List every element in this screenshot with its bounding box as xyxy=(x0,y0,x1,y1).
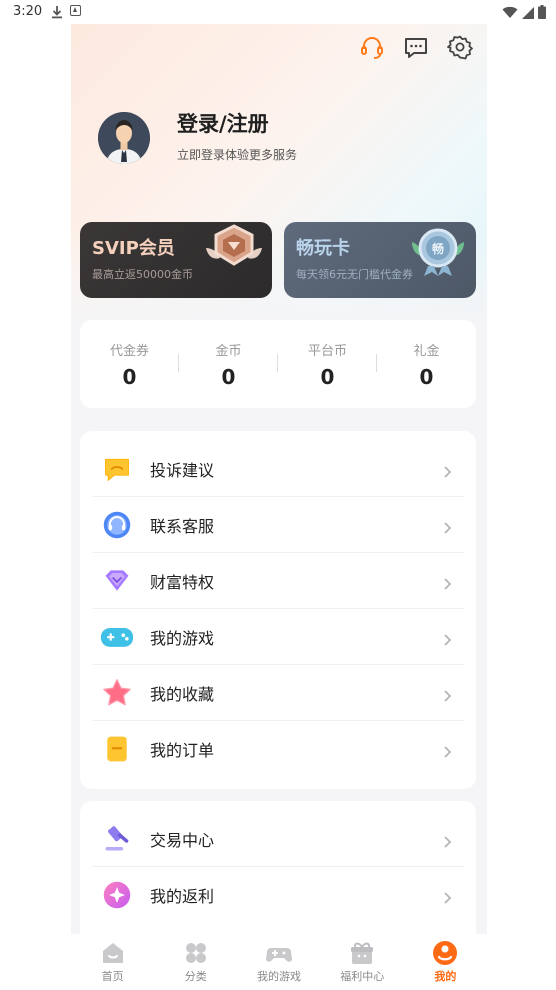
bottom-tab-bar: 首页 分类 我的游戏 福利中心 我的 xyxy=(71,934,487,990)
app-notification-icon xyxy=(70,5,81,16)
menu-item-wealth-privilege[interactable]: 财富特权 xyxy=(92,553,464,609)
diamond-icon xyxy=(100,564,134,598)
changwan-title: 畅玩卡 xyxy=(296,238,350,259)
complaint-icon xyxy=(100,452,134,486)
svip-badge-icon xyxy=(202,222,266,278)
stat-coins[interactable]: 金币 0 xyxy=(179,340,278,389)
stat-platform-coins[interactable]: 平台币 0 xyxy=(278,340,377,389)
menu-item-trading-center[interactable]: 交易中心 xyxy=(92,811,464,867)
stat-value: 0 xyxy=(122,364,137,389)
battery-icon xyxy=(538,4,546,23)
changwan-badge-icon: 畅 xyxy=(406,222,470,278)
menu-label: 交易中心 xyxy=(150,830,215,850)
gamepad-icon xyxy=(266,940,292,966)
stat-label: 金币 xyxy=(215,343,242,359)
menu-label: 投诉建议 xyxy=(150,460,215,480)
tab-label: 福利中心 xyxy=(340,970,385,983)
chevron-right-icon xyxy=(442,631,454,646)
changwan-card[interactable]: 畅玩卡 每天领6元无门槛代金券 畅 xyxy=(284,222,476,298)
tab-label: 首页 xyxy=(101,970,124,983)
rebate-icon xyxy=(100,878,134,912)
status-time: 3:20 xyxy=(13,4,43,19)
tab-category[interactable]: 分类 xyxy=(154,934,237,990)
gift-icon xyxy=(349,940,375,966)
chevron-right-icon xyxy=(442,833,454,848)
customer-service-icon xyxy=(100,508,134,542)
stat-gift-money[interactable]: 礼金 0 xyxy=(377,340,476,389)
chevron-right-icon xyxy=(442,575,454,590)
main-menu: 投诉建议 联系客服 财富特权 我的游戏 我的收藏 我的订单 xyxy=(80,431,476,789)
svip-card[interactable]: SVIP会员 最高立返50000金币 xyxy=(80,222,272,298)
header-actions xyxy=(359,34,473,60)
tab-mine[interactable]: 我的 xyxy=(404,934,487,990)
svip-title: SVIP会员 xyxy=(92,238,175,259)
download-icon xyxy=(51,4,63,23)
menu-item-orders[interactable]: 我的订单 xyxy=(92,721,464,777)
menu-label: 我的订单 xyxy=(150,741,215,760)
menu-item-customer-service[interactable]: 联系客服 xyxy=(92,497,464,553)
chevron-right-icon xyxy=(442,519,454,534)
stat-voucher[interactable]: 代金券 0 xyxy=(80,340,179,389)
tab-label: 我的游戏 xyxy=(257,970,301,983)
login-subtitle: 立即登录体验更多服务 xyxy=(177,148,298,162)
tab-label: 分类 xyxy=(184,970,207,983)
login-register-title[interactable]: 登录/注册 xyxy=(177,108,269,138)
changwan-subtitle: 每天领6元无门槛代金券 xyxy=(296,268,413,281)
stat-label: 代金券 xyxy=(109,343,149,359)
chevron-right-icon xyxy=(442,889,454,904)
settings-icon[interactable] xyxy=(447,34,473,60)
menu-label: 我的收藏 xyxy=(150,684,215,704)
headset-icon[interactable] xyxy=(359,34,385,60)
gavel-icon xyxy=(100,822,134,856)
stat-label: 礼金 xyxy=(413,343,440,359)
chevron-right-icon xyxy=(442,463,454,478)
tab-my-games[interactable]: 我的游戏 xyxy=(237,934,320,990)
menu-label: 我的游戏 xyxy=(150,628,215,648)
category-icon xyxy=(183,940,209,966)
stat-label: 平台币 xyxy=(307,343,347,359)
chevron-right-icon xyxy=(442,687,454,702)
menu-label: 我的返利 xyxy=(150,887,215,906)
menu-item-rebate[interactable]: 我的返利 xyxy=(92,867,464,923)
star-icon xyxy=(100,676,134,710)
home-icon xyxy=(100,940,126,966)
menu-item-favorites[interactable]: 我的收藏 xyxy=(92,665,464,721)
wallet-stats: 代金券 0 金币 0 平台币 0 礼金 0 xyxy=(80,320,476,408)
stat-value: 0 xyxy=(221,364,236,389)
app-screen: 登录/注册 立即登录体验更多服务 SVIP会员 最高立返50000金币 畅玩卡 … xyxy=(71,24,487,990)
order-icon xyxy=(100,732,134,766)
menu-label: 财富特权 xyxy=(150,572,215,592)
gamepad-icon xyxy=(100,620,134,654)
message-icon[interactable] xyxy=(403,34,429,60)
profile-icon xyxy=(432,940,458,966)
stat-value: 0 xyxy=(419,364,434,389)
wifi-icon xyxy=(502,4,518,23)
chevron-right-icon xyxy=(442,743,454,758)
menu-label: 联系客服 xyxy=(150,516,215,536)
stat-value: 0 xyxy=(320,364,335,389)
changwan-badge-char: 畅 xyxy=(432,241,444,256)
menu-item-complaint[interactable]: 投诉建议 xyxy=(92,441,464,497)
menu-item-my-games[interactable]: 我的游戏 xyxy=(92,609,464,665)
signal-icon xyxy=(522,4,534,23)
avatar[interactable] xyxy=(98,112,150,164)
svip-subtitle: 最高立返50000金币 xyxy=(92,268,193,281)
tab-label: 我的 xyxy=(434,970,457,983)
tab-home[interactable]: 首页 xyxy=(71,934,154,990)
tab-welfare-center[interactable]: 福利中心 xyxy=(321,934,404,990)
status-bar: 3:20 xyxy=(0,0,556,24)
